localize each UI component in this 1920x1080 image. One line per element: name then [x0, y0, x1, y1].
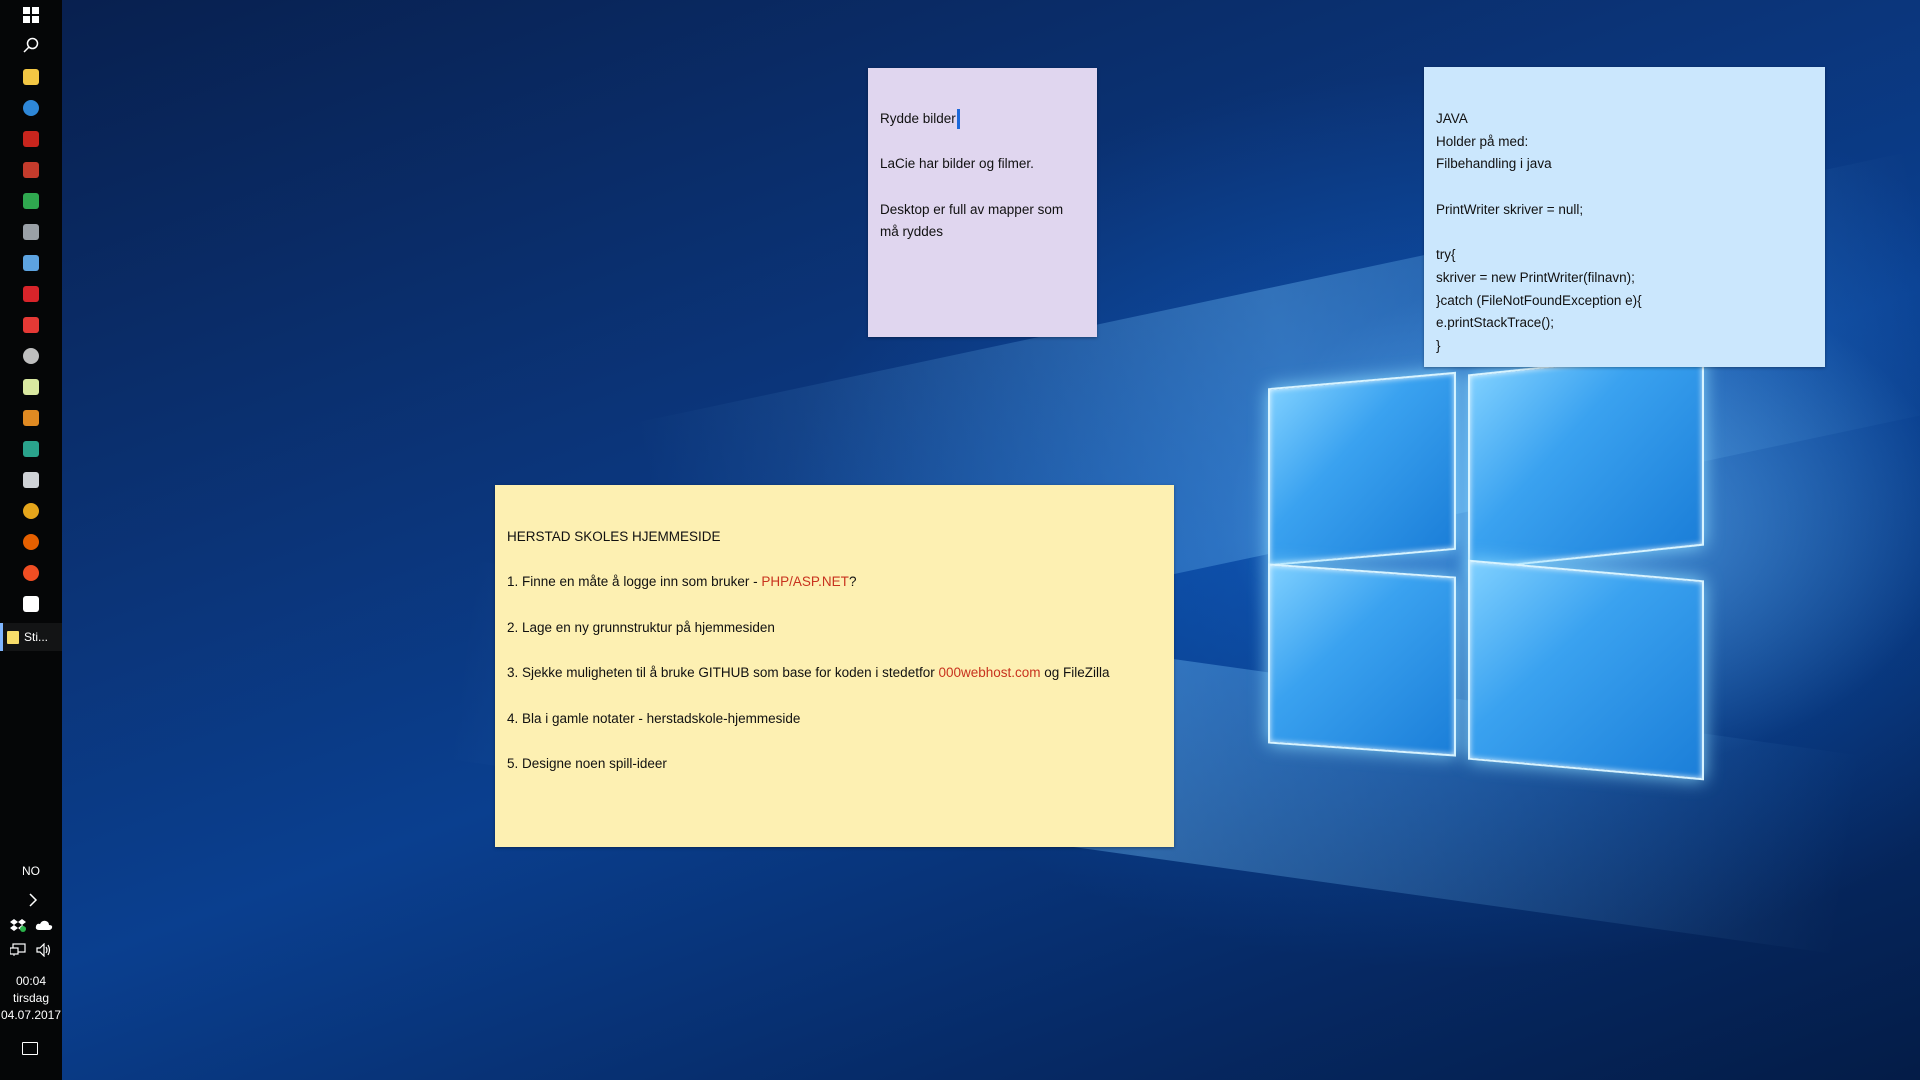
file-explorer-button[interactable]	[0, 62, 62, 92]
git-icon	[23, 162, 39, 178]
volume-tray-button[interactable]	[32, 935, 56, 965]
terminal-icon	[23, 224, 39, 240]
app-fox-button[interactable]	[0, 558, 62, 588]
note-line: må ryddes	[880, 224, 944, 240]
language-indicator[interactable]: NO	[0, 864, 62, 878]
note-line	[880, 131, 1085, 154]
terminal-button[interactable]	[0, 217, 62, 247]
chevron-right-icon	[29, 893, 38, 907]
filezilla-button[interactable]	[0, 124, 62, 154]
sticky-note-blue[interactable]: JAVA Holder på med: Filbehandling i java Pr…	[1424, 67, 1825, 367]
app-green-button[interactable]	[0, 186, 62, 216]
network-tray-button[interactable]	[6, 935, 30, 965]
paint-button[interactable]	[0, 248, 62, 278]
filezilla-icon	[23, 131, 39, 147]
orange-app-icon	[23, 410, 39, 426]
paint-icon	[23, 255, 39, 271]
app-red-button[interactable]	[0, 310, 62, 340]
firefox-button[interactable]	[0, 527, 62, 557]
git-app-button[interactable]	[0, 155, 62, 185]
sticky-notes-icon	[7, 630, 19, 644]
mail-icon	[23, 596, 39, 612]
note-item-5: 5. Designe noen spill-ideer	[507, 755, 667, 771]
note-line: Rydde bilder	[880, 108, 1085, 131]
thunderbird-button[interactable]	[0, 93, 62, 123]
sticky-note-purple[interactable]: Rydde bilder LaCie har bilder og filmer. D…	[868, 68, 1097, 337]
note-text: og FileZilla	[1040, 665, 1110, 681]
circle-app-icon	[23, 348, 39, 364]
chrome-button[interactable]	[0, 496, 62, 526]
clock-day: tirsdag	[12, 991, 50, 1005]
taskbar-app-sticky-notes[interactable]: Sti...	[0, 623, 62, 651]
clock-date: 04.07.2017	[0, 1008, 62, 1022]
taskbar-app-label: Sti...	[24, 630, 49, 644]
notepad-icon	[23, 379, 39, 395]
note-line: try{	[1436, 247, 1456, 263]
folder-icon	[23, 69, 39, 85]
windows-logo-pane	[1468, 349, 1704, 571]
note-line: Desktop er full av mapper som	[880, 201, 1064, 217]
app-gray-button[interactable]	[0, 465, 62, 495]
start-button[interactable]	[0, 0, 62, 30]
windows-logo-pane	[1268, 371, 1456, 567]
note-link[interactable]: 000webhost.com	[938, 665, 1040, 680]
app-orange-button[interactable]	[0, 403, 62, 433]
green-app-icon	[23, 193, 39, 209]
sticky-note-yellow[interactable]: HERSTAD SKOLES HJEMMESIDE 1. Finne en må…	[495, 485, 1174, 847]
firefox-icon	[23, 534, 39, 550]
dropbox-icon	[10, 919, 26, 932]
note-text: 1. Finne en måte å logge inn som bruker …	[507, 574, 762, 590]
note-line: }catch (FileNotFoundException e){	[1436, 292, 1642, 308]
app-teal-button[interactable]	[0, 434, 62, 464]
taskbar: Sti... NO 00:04 tirsdag 04.07.2017	[0, 0, 62, 1080]
note-line: }	[1436, 338, 1441, 353]
text-caret	[956, 109, 960, 130]
note-title: HERSTAD SKOLES HJEMMESIDE	[507, 529, 721, 544]
note-line: skriver = new PrintWriter(filnavn);	[1436, 269, 1635, 285]
teal-app-icon	[23, 441, 39, 457]
note-item-4: 4. Bla i gamle notater - herstadskole-hj…	[507, 710, 801, 726]
note-item-3: 3. Sjekke muligheten til å bruke GITHUB …	[507, 662, 1162, 685]
note-line: LaCie har bilder og filmer.	[880, 156, 1034, 172]
note-line: PrintWriter skriver = null;	[1436, 201, 1584, 217]
note-line: JAVA	[1436, 111, 1468, 126]
play-icon	[23, 286, 39, 302]
windows-logo-pane	[1468, 559, 1704, 781]
note-text: 3. Sjekke muligheten til å bruke GITHUB …	[507, 665, 939, 681]
gray-app-icon	[23, 472, 39, 488]
red-app-icon	[23, 317, 39, 333]
note-link[interactable]: PHP/ASP.NET	[761, 574, 849, 589]
search-icon	[23, 37, 39, 53]
note-item-1: 1. Finne en måte å logge inn som bruker …	[507, 571, 1162, 594]
speaker-icon	[36, 943, 51, 957]
action-center-icon	[22, 1042, 38, 1055]
note-line	[1436, 176, 1813, 199]
orange-circle-icon	[23, 565, 39, 581]
note-line: e.printStackTrace();	[1436, 315, 1555, 331]
clock-time: 00:04	[15, 974, 47, 988]
windows-logo-pane	[1268, 563, 1456, 757]
chrome-icon	[23, 503, 39, 519]
search-button[interactable]	[0, 30, 62, 60]
note-line: Filbehandling i java	[1436, 156, 1552, 172]
app-zz-button[interactable]	[0, 341, 62, 371]
media-player-button[interactable]	[0, 279, 62, 309]
mail-button[interactable]	[0, 589, 62, 619]
note-text: ?	[848, 574, 857, 590]
network-icon	[10, 943, 26, 956]
note-item-2: 2. Lage en ny grunnstruktur på hjemmesid…	[507, 619, 775, 635]
note-line: Holder på med:	[1436, 133, 1529, 149]
cloud-icon	[35, 920, 53, 930]
windows-logo-icon	[23, 7, 39, 23]
note-line	[1436, 222, 1813, 245]
thunderbird-icon	[23, 100, 39, 116]
note-line	[880, 176, 1085, 199]
notepad-button[interactable]	[0, 372, 62, 402]
